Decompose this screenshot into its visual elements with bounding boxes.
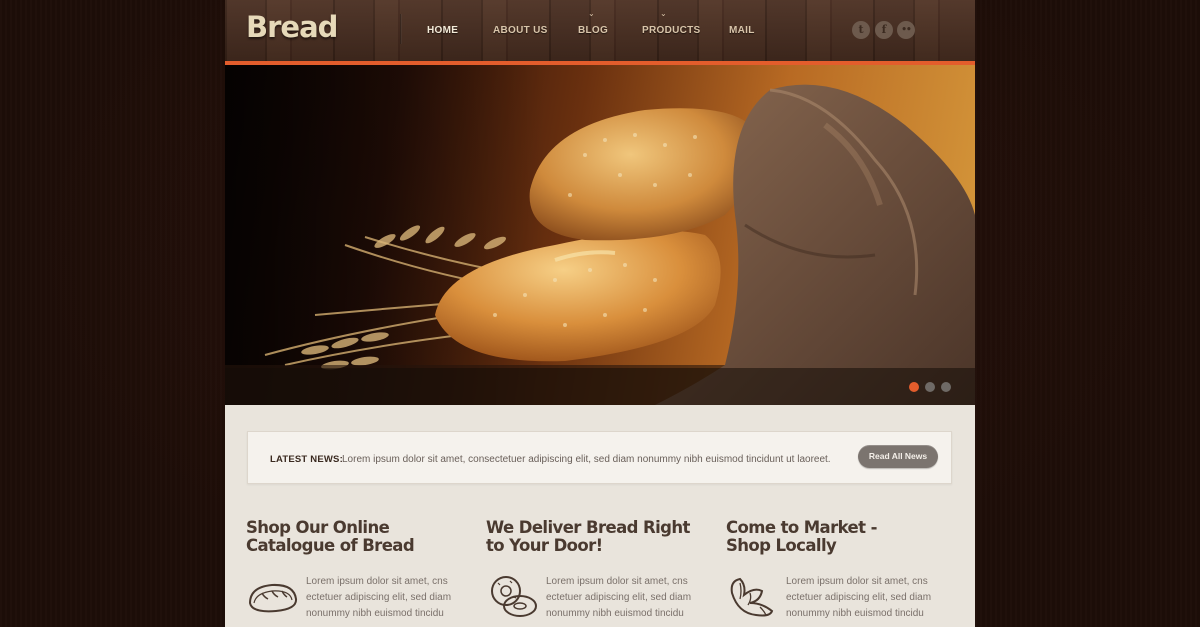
flickr-icon[interactable]: ••: [897, 21, 915, 39]
feature-text-line: Lorem ipsum dolor sit amet, cns: [786, 576, 928, 587]
feature-text-line: ectetuer adipiscing elit, sed diam: [786, 592, 932, 603]
feature-title-line2: Shop Locally: [726, 536, 837, 555]
feature-column-market: Come to Market - Shop Locally Lorem ipsu…: [726, 519, 946, 620]
feature-description: Lorem ipsum dolor sit amet, cns ectetuer…: [546, 574, 706, 622]
feature-title-line2: to Your Door!: [486, 536, 603, 555]
blog-dropdown-caret-icon: ⌄: [588, 9, 595, 18]
latest-news-text: Lorem ipsum dolor sit amet, consectetuer…: [342, 454, 831, 465]
nav-item-products[interactable]: PRODUCTS: [642, 25, 701, 36]
feature-text-line: Lorem ipsum dolor sit amet, cns: [546, 576, 688, 587]
feature-description: Lorem ipsum dolor sit amet, cns ectetuer…: [306, 574, 466, 622]
feature-text-line: Lorem ipsum dolor sit amet, cns: [306, 576, 448, 587]
latest-news-bar: LATEST NEWS: Lorem ipsum dolor sit amet,…: [247, 431, 952, 484]
feature-text-line: nonummy nibh euismod tincidu: [546, 608, 684, 619]
feature-title-line1: We Deliver Bread Right: [486, 518, 690, 537]
feature-text-line: nonummy nibh euismod tincidu: [786, 608, 924, 619]
feature-title[interactable]: Shop Our Online Catalogue of Bread: [246, 519, 466, 555]
facebook-icon[interactable]: f: [875, 21, 893, 39]
nav-item-home[interactable]: HOME: [427, 25, 458, 36]
feature-column-delivery: We Deliver Bread Right to Your Door! Lor…: [486, 519, 706, 620]
site-container: Bread HOME ABOUT US ⌄ BLOG ⌄ PRODUCTS MA…: [225, 0, 975, 627]
slider-bottom-band: [225, 368, 975, 405]
feature-title[interactable]: Come to Market - Shop Locally: [726, 519, 946, 555]
bagels-icon: [491, 576, 537, 617]
products-dropdown-caret-icon: ⌄: [660, 9, 667, 18]
latest-news-label: LATEST NEWS:: [270, 454, 343, 465]
read-all-news-button[interactable]: Read All News: [858, 445, 938, 468]
feature-title-line1: Shop Our Online: [246, 518, 390, 537]
feature-column-catalogue: Shop Our Online Catalogue of Bread Lorem…: [246, 519, 466, 620]
hero-bread-image: [225, 65, 975, 405]
nav-item-blog[interactable]: BLOG: [578, 25, 608, 36]
feature-text-line: ectetuer adipiscing elit, sed diam: [546, 592, 692, 603]
slider-dot-3[interactable]: [941, 382, 951, 392]
slider-dot-2[interactable]: [925, 382, 935, 392]
feature-description: Lorem ipsum dolor sit amet, cns ectetuer…: [786, 574, 946, 622]
feature-title-line1: Come to Market -: [726, 518, 877, 537]
nav-item-about-us[interactable]: ABOUT US: [493, 25, 548, 36]
feature-title-line2: Catalogue of Bread: [246, 536, 415, 555]
croissant-icon: [730, 577, 774, 617]
tumblr-icon[interactable]: t: [852, 21, 870, 39]
hero-slider[interactable]: [225, 65, 975, 405]
slider-dot-1[interactable]: [909, 382, 919, 392]
bread-loaf-icon: [248, 583, 298, 613]
nav-item-mail[interactable]: MAIL: [729, 25, 755, 36]
feature-text-line: ectetuer adipiscing elit, sed diam: [306, 592, 452, 603]
feature-text-line: nonummy nibh euismod tincidu: [306, 608, 444, 619]
feature-title[interactable]: We Deliver Bread Right to Your Door!: [486, 519, 706, 555]
